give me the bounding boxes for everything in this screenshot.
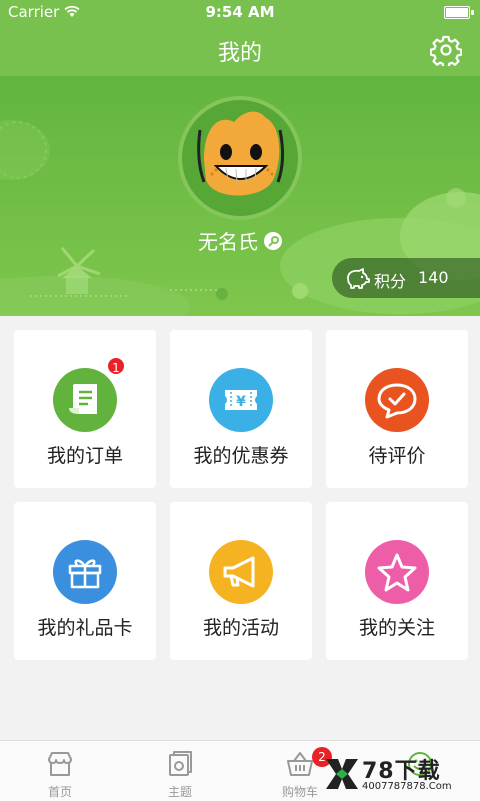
piggy-bank-icon: [347, 268, 370, 289]
menu-label: 我的关注: [358, 617, 435, 639]
menu-label: 我的订单: [46, 445, 123, 467]
avatar[interactable]: [178, 96, 302, 220]
gear-icon[interactable]: [430, 34, 462, 66]
tab-home[interactable]: 首页: [0, 741, 120, 801]
gift-icon: [68, 559, 102, 589]
menu-circle: ¥: [209, 368, 273, 432]
notification-badge: 1: [106, 356, 126, 376]
menu-my-coupons[interactable]: ¥ 我的优惠券: [170, 330, 312, 488]
menu-my-orders[interactable]: 1 我的订单: [14, 330, 156, 488]
key-icon: [264, 231, 282, 250]
theme-icon: [169, 751, 192, 776]
status-bar: Carrier 9:54 AM: [0, 0, 480, 24]
menu-circle: [365, 540, 429, 604]
menu-label: 我的礼品卡: [37, 617, 133, 639]
username[interactable]: 无名氏: [0, 226, 480, 255]
battery-icon: [444, 6, 474, 19]
store-icon: [48, 752, 72, 776]
star-icon: [377, 553, 417, 592]
clock: 9:54 AM: [205, 3, 275, 21]
watermark: 78下载 4007787878.Com: [324, 751, 474, 797]
menu-gift-cards[interactable]: 我的礼品卡: [14, 502, 156, 660]
menu-circle: [209, 540, 273, 604]
menu-circle: [53, 368, 117, 432]
page-title: 我的: [217, 41, 262, 66]
menu-pending-review[interactable]: 待评价: [326, 330, 468, 488]
nav-bar: 我的: [0, 24, 480, 76]
watermark-site: 4007787878.Com: [362, 781, 452, 792]
tab-label: 首页: [47, 785, 72, 799]
points-value: 140: [418, 268, 449, 287]
profile-header: 无名氏 积分 140: [0, 76, 480, 316]
menu-circle: [53, 540, 117, 604]
coupon-icon: ¥: [225, 390, 257, 410]
menu-label: 待评价: [368, 445, 426, 467]
menu-label: 我的活动: [202, 617, 279, 639]
watermark-logo-icon: [326, 759, 358, 789]
menu-my-follows[interactable]: 我的关注: [326, 502, 468, 660]
receipt-icon: [69, 384, 97, 414]
chat-check-icon: [377, 383, 417, 419]
svg-text:¥: ¥: [236, 394, 246, 410]
points-label: 积分: [374, 272, 407, 291]
basket-icon: [287, 752, 313, 776]
tab-theme[interactable]: 主题: [120, 741, 240, 801]
menu-label: 我的优惠券: [193, 445, 289, 467]
points-button[interactable]: 积分 140: [332, 258, 480, 298]
menu-circle: [365, 368, 429, 432]
megaphone-icon: [223, 556, 255, 588]
username-text: 无名氏: [198, 230, 258, 254]
menu-my-events[interactable]: 我的活动: [170, 502, 312, 660]
tab-label: 主题: [167, 785, 192, 799]
tab-bar: 首页 主题 2 购物车 78下载 4007787878.Com: [0, 740, 480, 801]
mascot-face-icon: [197, 111, 285, 196]
